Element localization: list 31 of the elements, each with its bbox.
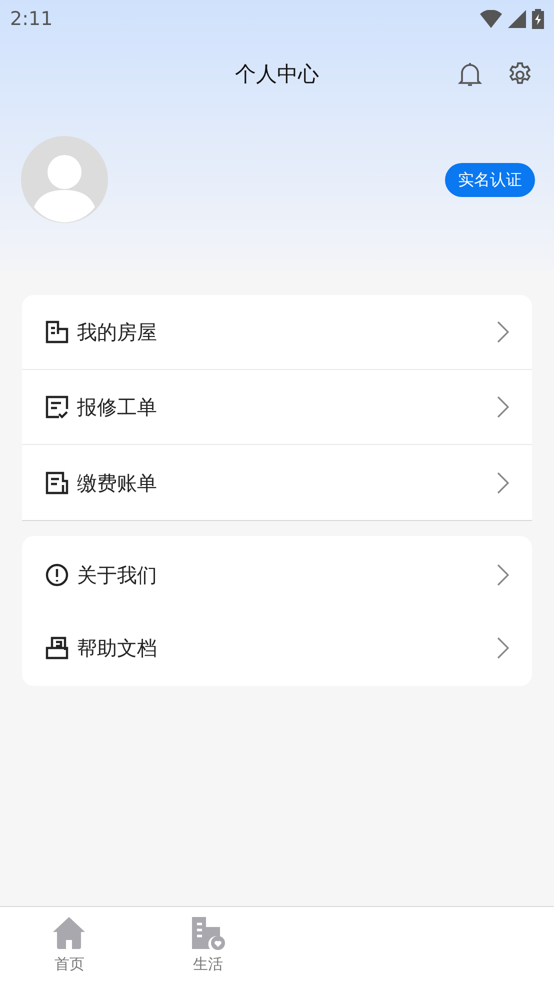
building-heart-icon bbox=[190, 915, 226, 952]
menu-label: 关于我们 bbox=[77, 562, 158, 588]
signal-icon bbox=[508, 10, 526, 28]
chevron-icon bbox=[497, 472, 509, 494]
menu-item[interactable]: 报修工单 bbox=[22, 370, 532, 445]
tab[interactable]: 生活 bbox=[138, 907, 277, 984]
menu-label: 我的房屋 bbox=[77, 319, 158, 346]
menu-label: 缴费账单 bbox=[77, 470, 158, 496]
document-icon bbox=[45, 320, 69, 344]
wifi-icon bbox=[480, 10, 502, 28]
status-time: 2:11 bbox=[10, 6, 53, 32]
info-icon bbox=[45, 562, 69, 586]
chevron-icon bbox=[497, 321, 509, 343]
bell-icon[interactable] bbox=[458, 62, 482, 88]
menu-item[interactable]: 帮助文档 bbox=[22, 611, 532, 684]
home-icon bbox=[51, 915, 88, 952]
menu-label: 报修工单 bbox=[77, 394, 158, 421]
page-title: 个人中心 bbox=[235, 61, 319, 88]
battery-icon bbox=[532, 9, 544, 29]
menu-label: 帮助文档 bbox=[77, 634, 158, 662]
checklist-icon bbox=[45, 395, 69, 419]
chevron-icon bbox=[497, 636, 509, 658]
menu-item[interactable]: 我的房屋 bbox=[22, 295, 532, 370]
tab[interactable]: 首页 bbox=[0, 907, 138, 984]
verify-button[interactable]: 实名认证 bbox=[445, 162, 535, 196]
menu-item[interactable]: 关于我们 bbox=[22, 538, 532, 611]
menu-item[interactable]: 缴费账单 bbox=[22, 445, 532, 520]
document-icon bbox=[45, 636, 69, 660]
chevron-icon bbox=[497, 396, 509, 418]
chevron-icon bbox=[497, 564, 509, 586]
document-icon bbox=[45, 470, 69, 494]
